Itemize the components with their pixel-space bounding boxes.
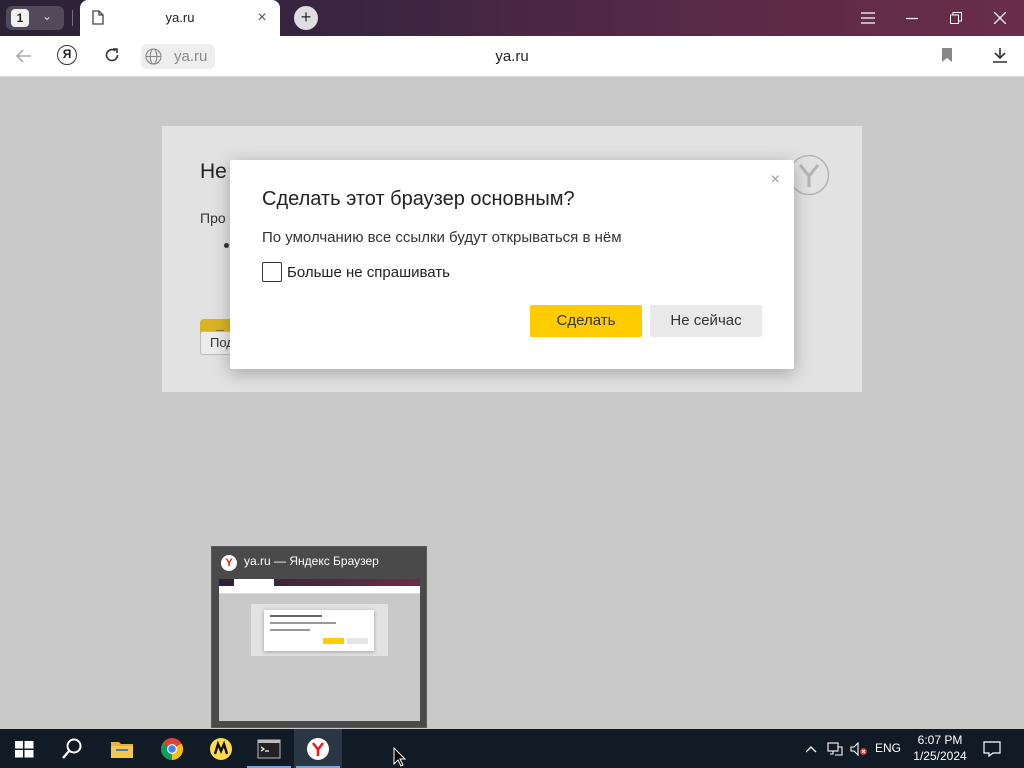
site-info-icon[interactable] <box>145 48 162 65</box>
mini-text-line <box>270 629 310 631</box>
restore-button[interactable] <box>934 0 978 36</box>
close-icon[interactable]: × <box>771 171 780 189</box>
mini-secondary-button <box>347 638 368 644</box>
terminal-button[interactable] <box>245 729 293 768</box>
yandex-market-button[interactable] <box>197 729 245 768</box>
windows-taskbar: ENG 6:07 PM 1/25/2024 <box>0 729 1024 768</box>
tab-counter-button[interactable]: 1 ⌄ <box>6 6 64 30</box>
dont-ask-checkbox[interactable] <box>262 262 282 282</box>
mini-dialog <box>264 610 374 651</box>
thumbnail-title: ya.ru — Яндекс Браузер <box>244 554 379 568</box>
tab-title: ya.ru <box>165 10 195 25</box>
divider <box>72 10 73 26</box>
dialog-text: По умолчанию все ссылки будут открыватьс… <box>262 229 622 246</box>
mini-address-bar <box>219 586 420 594</box>
address-bar: Я ya.ru ya.ru <box>0 36 1024 77</box>
start-button[interactable] <box>0 729 48 768</box>
file-explorer-button[interactable] <box>98 729 146 768</box>
bookmark-icon[interactable] <box>934 44 960 70</box>
terminal-icon <box>257 739 281 759</box>
url-host: ya.ru <box>174 48 208 65</box>
downloads-icon[interactable] <box>987 44 1013 70</box>
window-thumbnail-preview[interactable]: Y ya.ru — Яндекс Браузер <box>211 546 427 728</box>
not-now-button[interactable]: Не сейчас <box>650 305 762 337</box>
chrome-icon <box>161 738 183 760</box>
reload-button[interactable] <box>99 44 125 70</box>
thumbnail-image <box>219 579 420 721</box>
notifications-icon[interactable] <box>978 729 1006 768</box>
mini-text-line <box>270 615 322 617</box>
mini-text-line <box>270 622 336 624</box>
make-default-button[interactable]: Сделать <box>530 305 642 337</box>
yandex-logo-button[interactable]: Я <box>57 45 77 65</box>
menu-icon[interactable] <box>846 0 890 36</box>
url-chip[interactable]: ya.ru <box>141 44 215 69</box>
browser-title-bar: 1 ⌄ ya.ru × + <box>0 0 1024 36</box>
search-icon <box>62 738 82 759</box>
search-button[interactable] <box>48 729 96 768</box>
clock-time: 6:07 PM <box>917 733 963 747</box>
start-icon <box>15 741 34 758</box>
volume-muted-icon[interactable] <box>848 729 870 768</box>
yandex-browser-logo-icon <box>788 154 830 196</box>
dialog-title: Сделать этот браузер основным? <box>262 188 575 210</box>
card-title: Не <box>200 160 227 183</box>
network-icon[interactable] <box>824 729 846 768</box>
chrome-button[interactable] <box>148 729 196 768</box>
new-tab-button[interactable]: + <box>294 6 318 30</box>
yandex-browser-button[interactable] <box>294 729 342 768</box>
close-window-button[interactable] <box>978 0 1022 36</box>
dont-ask-label[interactable]: Больше не спрашивать <box>287 264 450 281</box>
yandex-market-icon <box>210 738 232 760</box>
tab-count-badge: 1 <box>11 9 29 27</box>
clock[interactable]: 6:07 PM 1/25/2024 <box>900 732 980 764</box>
close-tab-icon[interactable]: × <box>254 10 270 26</box>
show-hidden-icons-chevron-up-icon[interactable] <box>802 729 820 768</box>
tab-ya-ru[interactable]: ya.ru × <box>80 0 280 36</box>
chevron-down-icon: ⌄ <box>42 9 53 23</box>
yandex-browser-icon: Y <box>221 555 237 571</box>
bullet <box>224 243 229 248</box>
mouse-cursor-icon <box>393 747 407 767</box>
clock-date: 1/25/2024 <box>913 749 967 763</box>
card-text: Про <box>200 210 226 226</box>
mini-tab <box>234 579 274 586</box>
set-default-browser-dialog: × Сделать этот браузер основным? По умол… <box>230 160 794 369</box>
back-button[interactable] <box>11 44 37 70</box>
minimize-button[interactable] <box>890 0 934 36</box>
yandex-browser-icon <box>307 738 329 760</box>
file-explorer-icon <box>111 742 133 758</box>
mini-primary-button <box>323 638 344 644</box>
